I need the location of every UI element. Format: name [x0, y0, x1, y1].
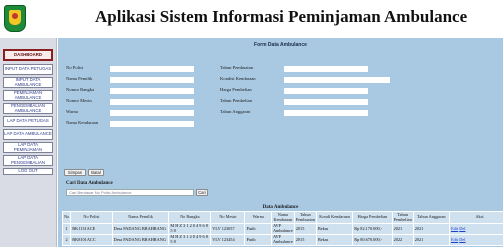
- cell-harga: Rp 80.670.000,-: [352, 234, 393, 246]
- cell-no-mesin: VLV 123057: [210, 223, 246, 235]
- cell-no: 1: [61, 223, 72, 235]
- label-tahun-pembuatan: Tahun Pembuatan: [220, 65, 253, 70]
- sidebar-item-lap-data-pengembalian[interactable]: LAP DATA PENGEMBALIAN: [3, 155, 53, 166]
- app-root: Aplikasi Sistem Informasi Peminjaman Amb…: [0, 0, 503, 247]
- logo-icon: [4, 5, 26, 32]
- nama-pemilik-input[interactable]: [110, 77, 194, 83]
- sidebar-item-lap-data-peminjaman[interactable]: LAP DATA PEMINJAMAN: [3, 142, 53, 153]
- sidebar-item-lap-data-ambulance[interactable]: LAP DATA AMBULANCE: [3, 129, 53, 140]
- nomor-mesin-input[interactable]: [110, 99, 194, 105]
- col-header-tahun-pembuatan: Tahun Pembuatan: [293, 211, 317, 224]
- table-row: 1 BK1131ACE Desa PADANG BRAHRANG M H Z 3…: [61, 223, 503, 235]
- sidebar-item-peminjaman-ambulance[interactable]: PEMINJAMAN AMBULANCE: [3, 90, 53, 101]
- label-nomor-rangka: Nomor Rangka: [66, 87, 95, 92]
- col-header-nama-kendaraan: Nama Kendaraan: [270, 211, 295, 224]
- col-header-no-rangka: No Rangka: [168, 211, 212, 224]
- sidebar-item-input-data-petugas[interactable]: INPUT DATA PETUGAS: [3, 64, 53, 75]
- nama-kendaraan-input[interactable]: [110, 121, 194, 127]
- sidebar-item-pengembalian-ambulance[interactable]: PENGEMBALIAN AMBULANCE: [3, 103, 53, 114]
- batal-button[interactable]: Batal: [88, 169, 104, 176]
- label-kondisi-kendaraan: Kondisi Kendaraan: [220, 76, 256, 81]
- label-harga-pembelian: Harga Pembelian: [220, 87, 252, 92]
- cell-tahun-anggaran: 2021: [412, 223, 451, 235]
- cell-no-polisi: BK8101ACC: [70, 234, 113, 246]
- kondisi-kendaraan-input[interactable]: [284, 77, 390, 83]
- sidebar: DASHBOARD INPUT DATA PETUGAS INPUT DATA …: [0, 38, 57, 247]
- label-warna: Warna: [66, 109, 78, 114]
- cell-tahun-pembuatan: 2015: [293, 223, 317, 235]
- cell-no: 2: [61, 234, 72, 246]
- cell-no-rangka: M H Z 3 1 2 0 4 9 6 8 5 8: [168, 223, 212, 235]
- label-nomor-mesin: Nomor Mesin: [66, 98, 92, 103]
- search-title: Cari Data Ambulance: [66, 181, 113, 186]
- nomor-rangka-input[interactable]: [110, 88, 194, 94]
- col-header-tahun-anggaran: Tahun Anggaran: [412, 211, 451, 224]
- cell-nama-kendaraan: AVP Ambulance: [270, 234, 295, 246]
- cell-warna: Putih: [244, 223, 272, 235]
- tahun-anggaran-input[interactable]: [284, 110, 368, 116]
- cell-nama-kendaraan: AVP Ambulance: [270, 223, 295, 235]
- cell-tahun-pembelian: 2021: [391, 223, 414, 235]
- sidebar-item-lap-data-petugas[interactable]: LAP DATA PETUGAS: [3, 116, 53, 127]
- sidebar-item-logout[interactable]: LOG OUT: [3, 168, 53, 175]
- label-nama-kendaraan: Nama Kendaraan: [66, 120, 99, 125]
- col-header-no-polisi: No Polisi: [70, 211, 113, 224]
- table-header-row: No No Polisi Nama Pemilik No Rangka No M…: [61, 211, 503, 224]
- cell-tahun-pembelian: 2022: [391, 234, 414, 246]
- col-header-aksi: Aksi: [449, 211, 503, 224]
- col-header-no: No: [61, 211, 72, 224]
- cell-no-mesin: VLV 123454: [210, 234, 246, 246]
- delete-link[interactable]: Del: [459, 226, 465, 231]
- tahun-pembelian-input[interactable]: [284, 99, 368, 105]
- cell-warna: Putih: [244, 234, 272, 246]
- cell-kondisi: Bekas: [315, 223, 354, 235]
- harga-pembelian-input[interactable]: [284, 88, 368, 94]
- no-polisi-input[interactable]: [110, 66, 194, 72]
- col-header-warna: Warna: [244, 211, 272, 224]
- label-tahun-anggaran: Tahun Anggaran: [220, 109, 251, 114]
- col-header-kondisi-kendaraan: Kondi Kendaraan: [315, 211, 354, 224]
- cell-nama-pemilik: Desa PADANG BRAHRANG: [111, 223, 170, 235]
- warna-input[interactable]: [110, 110, 194, 116]
- sidebar-item-input-data-ambulance[interactable]: INPUT DATA AMBULANCE: [3, 77, 53, 88]
- app-title: Aplikasi Sistem Informasi Peminjaman Amb…: [95, 7, 468, 26]
- ambulance-table: No No Polisi Nama Pemilik No Rangka No M…: [61, 211, 503, 246]
- cell-kondisi: Bekas: [315, 234, 354, 246]
- header: Aplikasi Sistem Informasi Peminjaman Amb…: [0, 0, 503, 38]
- cell-tahun-pembuatan: 2015: [293, 234, 317, 246]
- label-no-polisi: No Polisi: [66, 65, 84, 70]
- main-panel: Form Data Ambulance No Polisi Nama Pemil…: [58, 38, 503, 247]
- search-button[interactable]: Cari: [196, 189, 208, 196]
- cell-aksi: Edit Del: [449, 223, 503, 235]
- col-header-no-mesin: No Mesin: [210, 211, 246, 224]
- cell-harga: Rp 82.170.000,-: [352, 223, 393, 235]
- delete-link[interactable]: Del: [459, 237, 465, 242]
- label-tahun-pembelian: Tahun Pembelian: [220, 98, 252, 103]
- edit-link[interactable]: Edit: [451, 226, 458, 231]
- cell-no-rangka: M H Z 3 1 2 0 4 9 6 8 5 8: [168, 234, 212, 246]
- form-title: Form Data Ambulance: [254, 42, 307, 48]
- col-header-tahun-pembelian: Tahun Pembelian: [391, 211, 414, 224]
- col-header-harga-pembelian: Harga Pembelian: [352, 211, 393, 224]
- search-input[interactable]: [66, 189, 194, 196]
- cell-no-polisi: BK1131ACE: [70, 223, 113, 235]
- cell-nama-pemilik: Desa PADANG BRAHRANG: [111, 234, 170, 246]
- tahun-pembuatan-input[interactable]: [284, 66, 368, 72]
- simpan-button[interactable]: Simpan: [64, 169, 86, 176]
- sidebar-item-dashboard[interactable]: DASHBOARD: [3, 49, 53, 61]
- cell-aksi: Edit Del: [449, 234, 503, 246]
- label-nama-pemilik: Nama Pemilik: [66, 76, 93, 81]
- table-row: 2 BK8101ACC Desa PADANG BRAHRANG M H Z 3…: [61, 234, 503, 246]
- table-title: Data Ambulance: [262, 205, 299, 210]
- cell-tahun-anggaran: 2021: [412, 234, 451, 246]
- logo-emblem: [12, 13, 18, 19]
- col-header-nama-pemilik: Nama Pemilik: [111, 211, 170, 224]
- edit-link[interactable]: Edit: [451, 237, 458, 242]
